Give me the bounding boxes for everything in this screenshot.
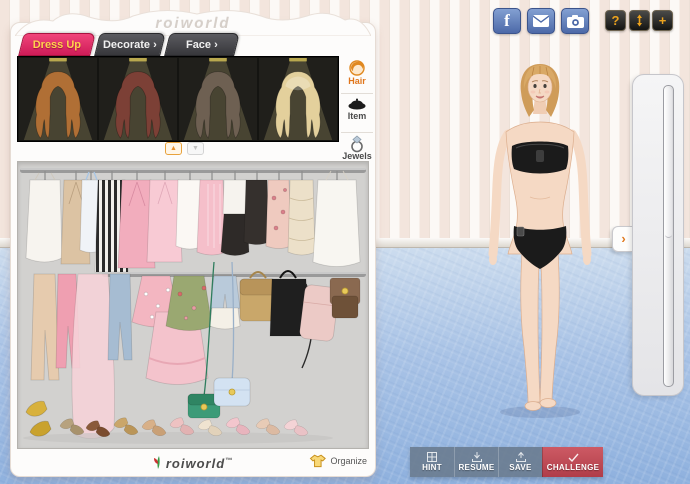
model-right-hand xyxy=(583,253,591,265)
hair-icon xyxy=(347,58,367,78)
save-button[interactable]: SAVE xyxy=(498,447,542,477)
closet-area[interactable] xyxy=(17,161,369,449)
trademark: ™ xyxy=(225,457,233,464)
side-drawer xyxy=(632,74,684,396)
lamp xyxy=(289,58,307,61)
shoe-row-shadow xyxy=(23,432,333,444)
spotlight xyxy=(24,58,92,140)
model-left-leg xyxy=(521,252,540,402)
scrollbar-thumb[interactable] xyxy=(665,88,672,238)
hair-option-4[interactable] xyxy=(259,58,337,140)
hair-option-2[interactable] xyxy=(99,58,177,140)
roiworld-wordmark: roiworld™ xyxy=(166,456,233,471)
bikini-buckle xyxy=(517,227,524,236)
hair-option-3[interactable] xyxy=(179,58,257,140)
camera-button[interactable] xyxy=(561,8,589,34)
page-down-button[interactable]: ▼ xyxy=(187,142,204,155)
gallery-pager: ▲ ▼ xyxy=(165,142,204,155)
hanging-tops xyxy=(26,171,360,272)
grid-icon xyxy=(427,452,437,462)
arrow-up-tray-icon xyxy=(516,452,526,462)
bikini-clasp xyxy=(536,150,544,162)
category-hair[interactable]: Hair xyxy=(341,58,373,94)
camera-icon xyxy=(567,15,584,28)
hair-option-1[interactable] xyxy=(19,58,97,140)
hair-gallery xyxy=(17,56,339,142)
category-label: Jewels xyxy=(341,151,373,161)
envelope-icon xyxy=(533,15,549,27)
facebook-button[interactable]: f xyxy=(493,8,521,34)
resume-button[interactable]: RESUME xyxy=(454,447,498,477)
tab-label: Face › xyxy=(168,34,236,56)
model-figure[interactable] xyxy=(450,52,630,422)
check-icon xyxy=(568,453,579,462)
panel-footer: roiworld™ Organize xyxy=(17,451,369,475)
category-column: Hair Item Jewels xyxy=(341,56,373,166)
shirt-icon xyxy=(308,453,326,468)
action-bar: HINT RESUME SAVE CHALLENGE xyxy=(410,447,603,477)
tab-label: Dress Up xyxy=(22,34,92,56)
button-label: CHALLENGE xyxy=(547,463,599,472)
tab-decorate[interactable]: Decorate › xyxy=(94,33,166,56)
tab-dress-up[interactable]: Dress Up xyxy=(18,33,96,56)
drawer-scrollbar[interactable] xyxy=(663,85,674,387)
challenge-button[interactable]: CHALLENGE xyxy=(542,447,603,477)
model-left-foot xyxy=(525,402,541,411)
lamp xyxy=(49,58,67,61)
tab-label: Decorate › xyxy=(98,34,162,56)
model-right-foot xyxy=(540,399,556,408)
facebook-icon: f xyxy=(504,11,510,31)
plus-icon: + xyxy=(659,13,667,28)
closet-artwork xyxy=(18,162,368,448)
organize-button[interactable]: Organize xyxy=(308,453,367,468)
model-left-arm xyxy=(493,134,508,254)
button-label: RESUME xyxy=(458,463,494,472)
tab-face[interactable]: Face › xyxy=(164,33,240,56)
lamp xyxy=(209,58,227,61)
rail-highlight-2 xyxy=(102,272,366,274)
rail-highlight xyxy=(20,168,366,170)
model-left-hand xyxy=(489,253,497,265)
page-up-button[interactable]: ▲ xyxy=(165,142,182,155)
roiworld-embossed-logo: roiworld xyxy=(11,15,375,32)
organize-label: Organize xyxy=(330,456,367,466)
hint-button[interactable]: HINT xyxy=(410,447,454,477)
hanging-bottoms-and-bags xyxy=(31,262,360,439)
shuffle-button[interactable] xyxy=(629,10,650,31)
shoe-row xyxy=(26,401,308,437)
button-label: HINT xyxy=(422,463,442,472)
model-left-eye xyxy=(533,84,536,88)
category-item[interactable]: Item xyxy=(341,97,373,133)
model-blush-left xyxy=(531,91,536,94)
model-right-arm xyxy=(572,134,587,254)
shuffle-arrows-icon xyxy=(634,14,645,27)
add-button[interactable]: + xyxy=(652,10,673,31)
spotlight xyxy=(184,58,252,140)
model-right-eye xyxy=(543,84,546,88)
roiworld-leaf-icon xyxy=(153,456,163,470)
lamp xyxy=(129,58,147,61)
question-icon: ? xyxy=(612,13,620,28)
dressup-panel: roiworld Dress Up Decorate › Face › xyxy=(10,22,376,477)
game-screen: › xyxy=(0,0,690,484)
model-blush-right xyxy=(545,91,550,94)
spotlight xyxy=(264,58,332,140)
spotlight xyxy=(104,58,172,140)
category-label: Item xyxy=(341,111,373,121)
model-right-leg xyxy=(540,252,559,402)
category-label: Hair xyxy=(341,76,373,86)
mail-button[interactable] xyxy=(527,8,555,34)
help-button[interactable]: ? xyxy=(605,10,626,31)
button-label: SAVE xyxy=(509,463,531,472)
arrow-down-tray-icon xyxy=(472,452,482,462)
